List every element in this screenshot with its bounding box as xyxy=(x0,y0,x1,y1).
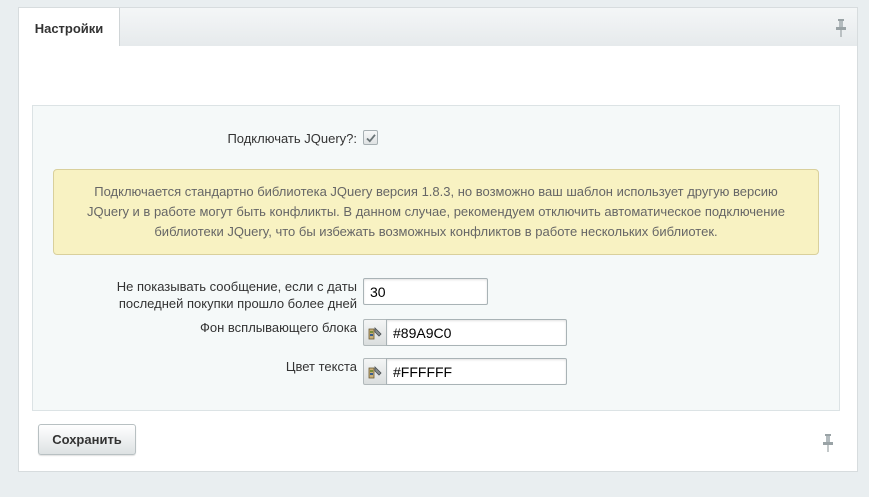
bg-color-label: Фон всплывающего блока xyxy=(200,320,357,335)
notice-line: Подключается стандартно библиотека JQuer… xyxy=(94,184,778,199)
save-button[interactable]: Сохранить xyxy=(38,424,136,455)
color-picker-icon xyxy=(368,327,382,340)
tab-settings[interactable]: Настройки xyxy=(19,8,120,48)
days-label-line: Не показывать сообщение, если с даты xyxy=(116,279,357,294)
bg-color-input[interactable] xyxy=(386,319,567,346)
text-color-input[interactable] xyxy=(386,358,567,385)
settings-panel: Подключать JQuery?: Подключается стандар… xyxy=(18,46,858,472)
bg-color-picker-button[interactable] xyxy=(363,319,387,346)
text-color-label: Цвет текста xyxy=(285,359,357,374)
color-picker-icon xyxy=(368,366,382,379)
jquery-label: Подключать JQuery?: xyxy=(227,131,357,146)
tab-bar: Настройки xyxy=(18,7,858,48)
pin-icon[interactable] xyxy=(822,434,834,452)
jquery-notice: Подключается стандартно библиотека JQuer… xyxy=(53,169,819,255)
days-label: Не показывать сообщение, если с даты пос… xyxy=(73,278,357,312)
text-color-picker-button[interactable] xyxy=(363,358,387,385)
notice-line: JQuery и в работе могут быть конфликты. … xyxy=(87,204,785,219)
jquery-checkbox[interactable] xyxy=(363,130,378,145)
pin-icon[interactable] xyxy=(835,19,847,37)
days-input[interactable] xyxy=(363,278,488,305)
tab-settings-label: Настройки xyxy=(34,20,104,36)
days-label-line: последней покупки прошло более дней xyxy=(118,296,357,311)
checkmark-icon xyxy=(366,134,376,143)
settings-form: Подключать JQuery?: Подключается стандар… xyxy=(32,105,840,411)
notice-line: библиотеки JQuery, что бы избежать возмо… xyxy=(154,224,718,239)
